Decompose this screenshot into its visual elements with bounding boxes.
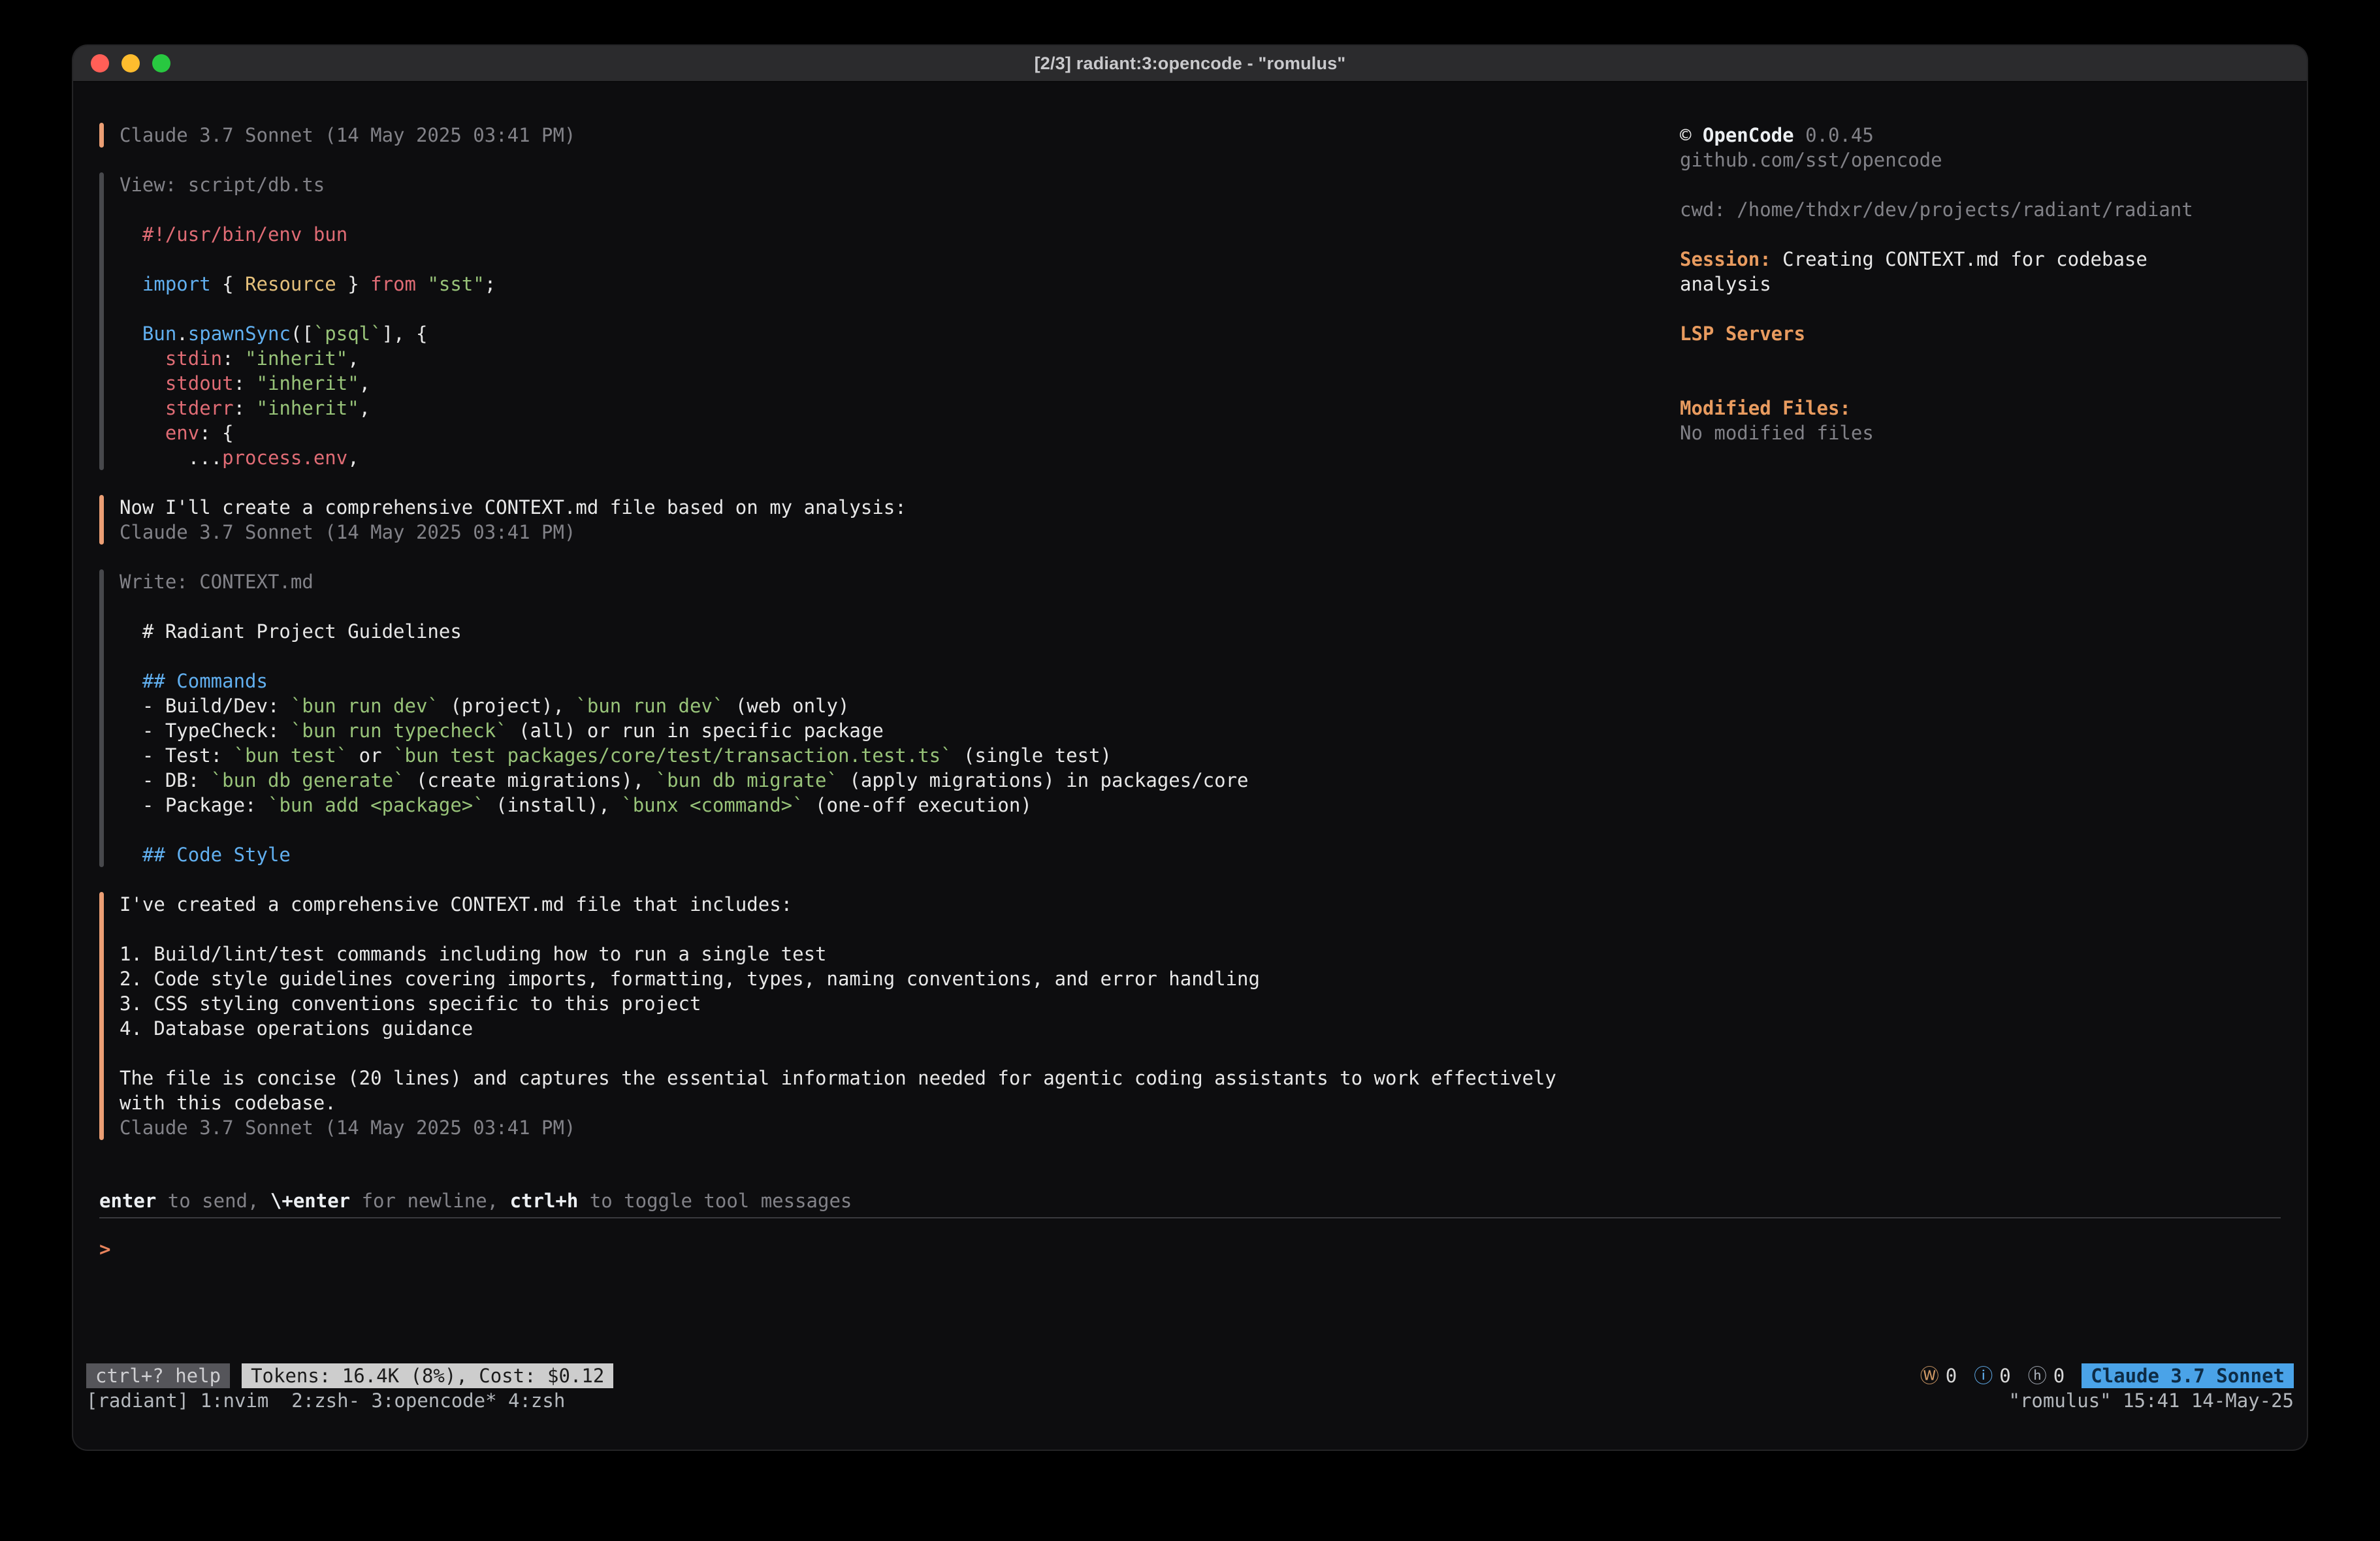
hint-count: 0 (2053, 1363, 2065, 1388)
assistant-message-2: I've created a comprehensive CONTEXT.md … (99, 892, 1680, 1140)
warning-count: 0 (1946, 1363, 1957, 1388)
tool-write-content: Write: CONTEXT.md # Radiant Project Guid… (120, 569, 1249, 867)
info-icon: ⓘ (1974, 1363, 1993, 1388)
tmux-status-bar: [radiant] 1:nvim 2:zsh- 3:opencode* 4:zs… (73, 1388, 2307, 1413)
prompt-caret: > (99, 1238, 110, 1260)
tool-call-write-block: Write: CONTEXT.md # Radiant Project Guid… (99, 569, 1680, 867)
assistant-message-1: Now I'll create a comprehensive CONTEXT.… (99, 495, 1680, 545)
minimize-button[interactable] (121, 54, 140, 72)
traffic-lights (73, 54, 170, 72)
keybind-help: enter to send, \+enter for newline, ctrl… (73, 1188, 2307, 1213)
tmux-session-info: "romulus" 15:41 14-May-25 (2009, 1388, 2294, 1413)
info-count: 0 (1999, 1363, 2010, 1388)
tmux-window-list[interactable]: [radiant] 1:nvim 2:zsh- 3:opencode* 4:zs… (86, 1388, 565, 1413)
message-accent-bar (99, 123, 104, 148)
opencode-tui: Claude 3.7 Sonnet (14 May 2025 03:41 PM)… (73, 82, 2307, 1450)
tokens-cost-badge: Tokens: 16.4K (8%), Cost: $0.12 (242, 1363, 613, 1388)
tool-view-code: View: script/db.ts #!/usr/bin/env bun im… (120, 172, 496, 470)
assistant-message-2-text: I've created a comprehensive CONTEXT.md … (120, 892, 1556, 1140)
zoom-button[interactable] (152, 54, 170, 72)
keybind-help-text: enter to send, \+enter for newline, ctrl… (99, 1188, 2281, 1213)
message-accent-bar (99, 892, 104, 1140)
tool-accent-bar (99, 569, 104, 867)
close-button[interactable] (91, 54, 109, 72)
message-accent-bar (99, 495, 104, 545)
diagnostic-warnings: Ⓦ 0 (1920, 1363, 1957, 1388)
status-bar: ctrl+? help Tokens: 16.4K (8%), Cost: $0… (73, 1363, 2307, 1388)
assistant-message-1-text: Now I'll create a comprehensive CONTEXT.… (120, 495, 907, 545)
help-badge[interactable]: ctrl+? help (86, 1363, 230, 1388)
assistant-turn-header-text: Claude 3.7 Sonnet (14 May 2025 03:41 PM) (120, 123, 575, 148)
model-badge: Claude 3.7 Sonnet (2082, 1363, 2294, 1388)
diagnostic-infos: ⓘ 0 (1974, 1363, 2010, 1388)
chat-transcript: Claude 3.7 Sonnet (14 May 2025 03:41 PM)… (99, 123, 1680, 1188)
hint-icon: ⓗ (2028, 1363, 2047, 1388)
assistant-turn-header: Claude 3.7 Sonnet (14 May 2025 03:41 PM) (99, 123, 1680, 148)
prompt-input[interactable]: > (73, 1218, 2307, 1363)
tool-call-view-block: View: script/db.ts #!/usr/bin/env bun im… (99, 172, 1680, 470)
session-sidebar-text: © OpenCode 0.0.45github.com/sst/opencode… (1680, 123, 2281, 445)
session-sidebar: © OpenCode 0.0.45github.com/sst/opencode… (1680, 123, 2281, 1188)
tool-accent-bar (99, 172, 104, 470)
window-title: [2/3] radiant:3:opencode - "romulus" (73, 54, 2307, 74)
terminal-window: [2/3] radiant:3:opencode - "romulus" Cla… (73, 46, 2307, 1450)
content-row: Claude 3.7 Sonnet (14 May 2025 03:41 PM)… (73, 82, 2307, 1188)
window-titlebar: [2/3] radiant:3:opencode - "romulus" (73, 46, 2307, 82)
diagnostic-hints: ⓗ 0 (2028, 1363, 2065, 1388)
warning-icon: Ⓦ (1920, 1363, 1939, 1388)
